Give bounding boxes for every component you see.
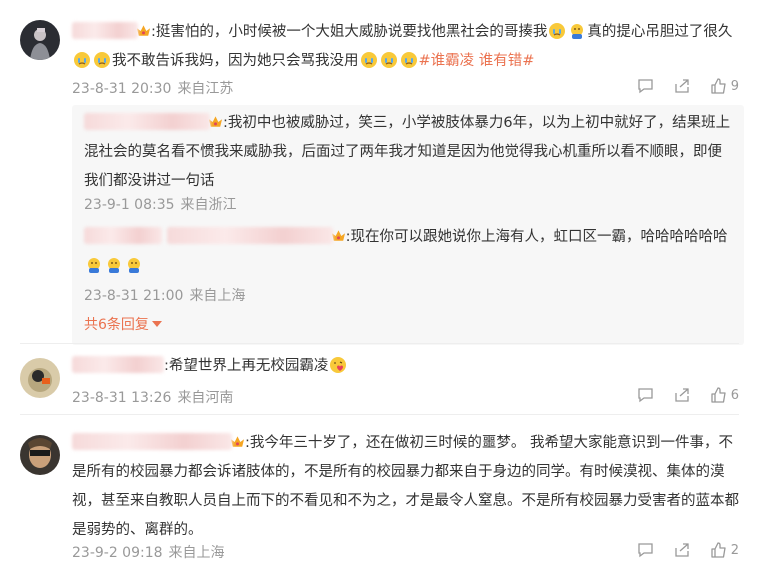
comment-date: 23-8-31 13:26 bbox=[72, 390, 172, 406]
more-replies-link[interactable]: 共6条回复 bbox=[84, 314, 162, 334]
crown-icon bbox=[136, 25, 151, 36]
share-icon bbox=[675, 79, 689, 93]
comment-meta: 23-9-2 09:18 来自上海 bbox=[72, 542, 225, 562]
like-button[interactable]: 2 bbox=[710, 542, 739, 558]
reply-button[interactable] bbox=[637, 78, 654, 94]
hugging-emoji bbox=[128, 258, 140, 273]
comment-location: 来自江苏 bbox=[177, 81, 234, 97]
hugging-emoji bbox=[108, 258, 120, 273]
crying-emoji bbox=[549, 23, 566, 39]
hugging-emoji bbox=[88, 258, 100, 273]
username-blurred[interactable] bbox=[84, 113, 210, 130]
comment-actions: 2 bbox=[617, 542, 739, 558]
crown-icon bbox=[208, 116, 223, 127]
username-blurred[interactable] bbox=[72, 22, 138, 39]
like-count: 6 bbox=[730, 387, 739, 403]
avatar[interactable] bbox=[20, 358, 60, 398]
like-count: 2 bbox=[730, 542, 739, 558]
comment-meta: 23-8-31 20:30 来自江苏 bbox=[72, 78, 233, 98]
reply-text: :现在你可以跟她说你上海有人，虹口区一霸，哈哈哈哈哈哈 bbox=[84, 223, 734, 281]
reply-location: 来自浙江 bbox=[180, 197, 237, 213]
heart-kiss-emoji bbox=[330, 357, 347, 373]
like-icon bbox=[711, 542, 726, 558]
topic-hashtag[interactable]: #谁霸凌 谁有错# bbox=[419, 53, 535, 69]
username-blurred[interactable] bbox=[72, 356, 164, 373]
comment-3: :我今年三十岁了，还在做初三时候的噩梦。 我希望大家能意识到一件事，不是所有的校… bbox=[0, 415, 759, 586]
share-icon bbox=[675, 543, 689, 557]
comment-date: 23-9-2 09:18 bbox=[72, 545, 163, 561]
share-button[interactable] bbox=[674, 542, 690, 558]
hugging-emoji bbox=[571, 24, 584, 39]
avatar[interactable] bbox=[20, 20, 60, 60]
crying-emoji bbox=[94, 52, 110, 68]
chevron-down-icon bbox=[151, 321, 162, 327]
share-button[interactable] bbox=[674, 78, 690, 94]
crying-emoji bbox=[380, 52, 397, 68]
reply-text: :我初中也被威胁过，笑三，小学被肢体暴力6年，以为上初中就好了，结果班上混社会的… bbox=[84, 113, 731, 189]
username-blurred[interactable] bbox=[166, 227, 333, 244]
crying-emoji bbox=[400, 52, 417, 68]
reply-button[interactable] bbox=[637, 542, 654, 558]
username-blurred[interactable] bbox=[84, 227, 162, 244]
comment-meta: 23-8-31 13:26 来自河南 bbox=[72, 387, 233, 407]
comment-date: 23-8-31 20:30 bbox=[72, 81, 172, 97]
comment-location: 来自上海 bbox=[168, 545, 225, 561]
reply-location: 来自上海 bbox=[189, 288, 246, 304]
comment-location: 来自河南 bbox=[177, 390, 234, 406]
comment-icon bbox=[638, 388, 653, 403]
like-icon bbox=[711, 387, 726, 403]
crying-emoji bbox=[360, 52, 377, 68]
crown-icon bbox=[331, 230, 345, 241]
reply-button[interactable] bbox=[637, 387, 654, 403]
comment-actions: 9 bbox=[617, 78, 739, 94]
avatar[interactable] bbox=[20, 435, 60, 475]
like-button[interactable]: 6 bbox=[710, 387, 739, 403]
comment-text: :我今年三十岁了，还在做初三时候的噩梦。 我希望大家能意识到一件事，不是所有的校… bbox=[72, 433, 739, 538]
comment-text: :挺害怕的，小时候被一个大姐大威胁说要找他黑社会的哥揍我 真的提心吊胆过了很久我不… bbox=[72, 18, 744, 76]
comment-2: :希望世界上再无校园霸凌 23-8-31 13:26 来自河南 6 bbox=[0, 344, 759, 416]
username-blurred[interactable] bbox=[72, 433, 232, 450]
like-icon bbox=[711, 78, 726, 94]
reply-date: 23-8-31 21:00 bbox=[84, 288, 184, 304]
crying-emoji bbox=[74, 52, 90, 68]
comment-1: :挺害怕的，小时候被一个大姐大威胁说要找他黑社会的哥揍我 真的提心吊胆过了很久我不… bbox=[0, 0, 759, 350]
reply-meta: 23-9-1 08:35 来自浙江 bbox=[84, 194, 237, 214]
comment-icon bbox=[638, 543, 653, 558]
share-icon bbox=[675, 388, 689, 402]
comment-actions: 6 bbox=[617, 387, 739, 403]
share-button[interactable] bbox=[674, 387, 690, 403]
reply-meta: 23-8-31 21:00 来自上海 bbox=[84, 285, 245, 305]
reply-list: :我初中也被威胁过，笑三，小学被肢体暴力6年，以为上初中就好了，结果班上混社会的… bbox=[72, 105, 744, 345]
comment-icon bbox=[638, 79, 653, 94]
comment-text: :希望世界上再无校园霸凌 bbox=[72, 352, 744, 381]
reply-date: 23-9-1 08:35 bbox=[84, 197, 175, 213]
like-button[interactable]: 9 bbox=[710, 78, 739, 94]
crown-icon bbox=[230, 436, 245, 447]
like-count: 9 bbox=[730, 78, 739, 94]
